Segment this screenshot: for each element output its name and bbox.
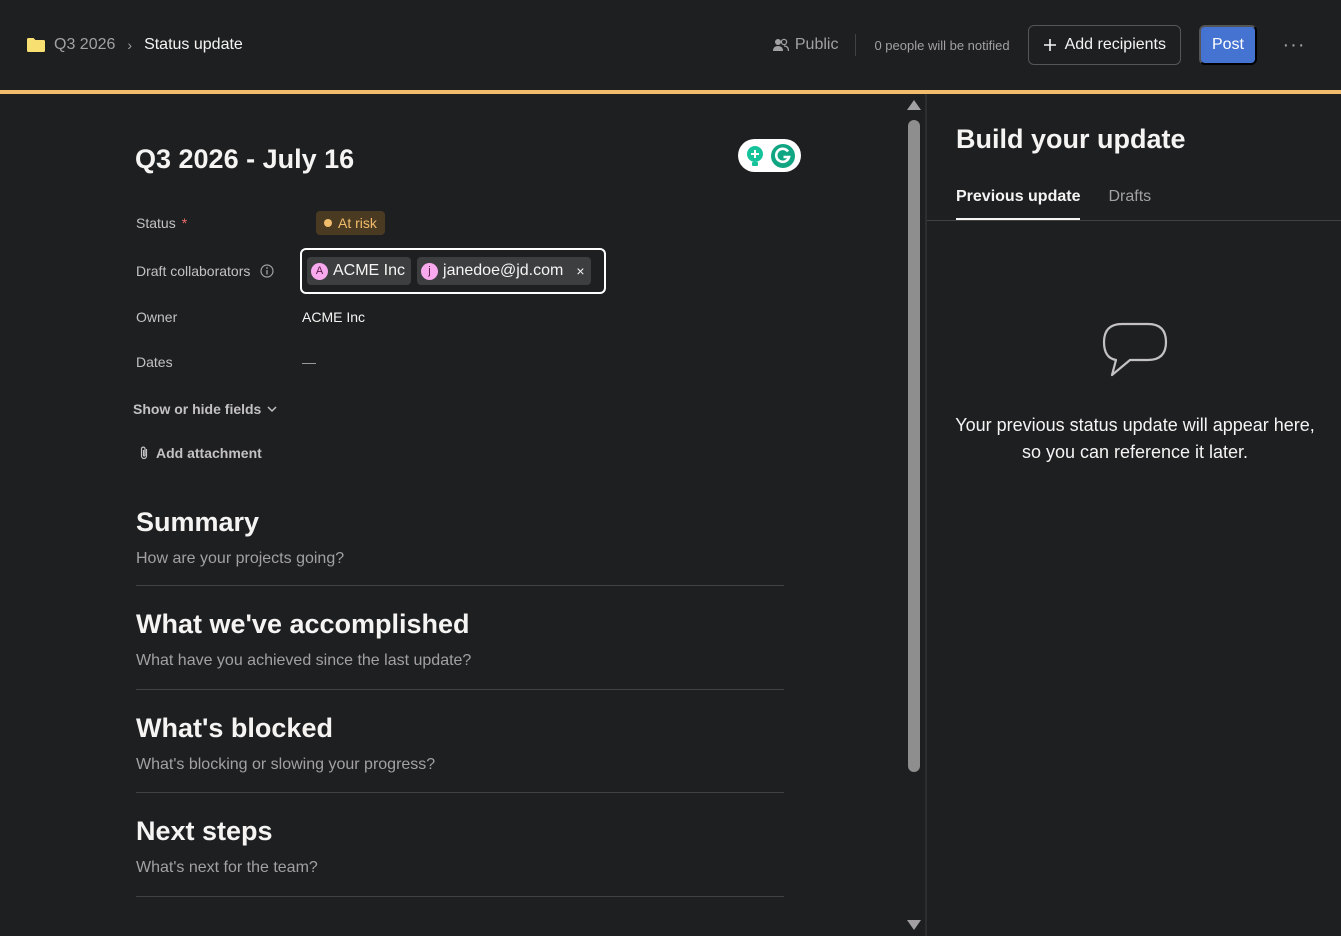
collaborator-name: ACME Inc — [333, 262, 406, 279]
blocked-section[interactable]: What's blocked What's blocking or slowin… — [136, 713, 784, 793]
breadcrumb-current: Status update — [144, 36, 243, 53]
grammarly-icon — [771, 143, 795, 168]
remove-collaborator-close-icon[interactable]: × — [576, 263, 584, 279]
visibility-button[interactable]: Public — [772, 36, 839, 54]
add-attachment-label: Add attachment — [156, 445, 262, 461]
add-recipients-label: Add recipients — [1064, 36, 1166, 53]
divider — [855, 34, 857, 56]
collaborator-chip[interactable]: j janedoe@jd.com × — [417, 257, 591, 285]
next-steps-section[interactable]: Next steps What's next for the team? — [136, 816, 784, 897]
more-options-icon[interactable]: ··· — [1279, 30, 1309, 60]
status-label-text: Status — [136, 215, 176, 231]
section-placeholder: How are your projects going? — [136, 550, 345, 567]
breadcrumb-parent[interactable]: Q3 2026 — [54, 36, 115, 54]
header-actions: Public 0 people will be notified Add rec… — [772, 25, 1341, 65]
chevron-down-icon — [267, 406, 277, 413]
section-placeholder: What's next for the team? — [136, 859, 318, 876]
post-button[interactable]: Post — [1199, 25, 1257, 65]
accomplished-section[interactable]: What we've accomplished What have you ac… — [136, 609, 784, 690]
empty-state-text: Your previous status update will appear … — [955, 415, 1315, 462]
summary-section[interactable]: Summary How are your projects going? — [136, 507, 784, 586]
owner-field: Owner ACME Inc — [136, 309, 365, 325]
section-title: What we've accomplished — [136, 609, 470, 639]
info-icon[interactable] — [260, 264, 274, 278]
status-field: Status * At risk — [136, 211, 385, 235]
add-attachment-button[interactable]: Add attachment — [138, 445, 262, 461]
breadcrumb-chevron-icon: › — [127, 37, 133, 53]
section-title: Next steps — [136, 816, 273, 846]
update-editor: Q3 2026 - July 16 Status * At risk Draft… — [0, 94, 903, 936]
status-dot-icon — [324, 219, 332, 227]
owner-value[interactable]: ACME Inc — [302, 309, 365, 325]
dates-field: Dates — — [136, 354, 316, 370]
scroll-thumb[interactable] — [908, 120, 920, 772]
avatar: j — [421, 262, 439, 280]
tab-drafts[interactable]: Drafts — [1108, 188, 1151, 220]
section-title: Summary — [136, 507, 260, 537]
dates-value[interactable]: — — [302, 354, 316, 370]
tabs-divider — [927, 220, 1341, 221]
editor-scrollbar[interactable] — [903, 94, 925, 936]
draft-collaborators-label: Draft collaborators — [136, 263, 302, 279]
collaborators-input[interactable]: A ACME Inc j janedoe@jd.com × — [300, 248, 606, 294]
owner-label: Owner — [136, 309, 178, 325]
status-label: Status * — [136, 215, 302, 231]
tab-previous-update[interactable]: Previous update — [956, 188, 1081, 220]
avatar: A — [311, 262, 328, 280]
update-title[interactable]: Q3 2026 - July 16 — [135, 144, 354, 175]
collaborator-chip[interactable]: A ACME Inc — [307, 257, 412, 285]
speech-bubble-icon — [1102, 322, 1168, 377]
panel-title: Build your update — [956, 124, 1186, 154]
people-icon — [772, 38, 789, 52]
folder-icon — [27, 38, 45, 52]
top-bar: Q3 2026 › Status update Public 0 people … — [0, 0, 1341, 90]
notify-count-text: 0 people will be notified — [874, 37, 1010, 53]
section-placeholder: What have you achieved since the last up… — [136, 652, 472, 669]
paperclip-icon — [140, 446, 148, 460]
panel-tabs: Previous update Drafts — [956, 188, 1151, 220]
build-update-panel: Build your update Previous update Drafts… — [925, 94, 1341, 936]
section-placeholder: What's blocking or slowing your progress… — [136, 756, 436, 773]
dates-label: Dates — [136, 354, 173, 370]
required-marker: * — [181, 215, 188, 231]
scroll-up-arrow-icon[interactable] — [907, 100, 921, 110]
visibility-label: Public — [794, 36, 839, 53]
add-recipients-button[interactable]: Add recipients — [1027, 25, 1181, 65]
breadcrumb: Q3 2026 › Status update — [26, 34, 243, 56]
section-title: What's blocked — [136, 713, 333, 743]
status-badge[interactable]: At risk — [316, 211, 385, 235]
lightbulb-icon — [747, 145, 763, 166]
draft-collaborators-field: Draft collaborators A ACME Inc j janedoe… — [136, 248, 606, 294]
draft-collaborators-label-text: Draft collaborators — [136, 263, 251, 279]
grammarly-widget[interactable] — [738, 139, 801, 172]
show-hide-fields-label: Show or hide fields — [133, 401, 262, 417]
show-hide-fields-button[interactable]: Show or hide fields — [133, 401, 277, 417]
scroll-down-arrow-icon[interactable] — [907, 920, 921, 930]
plus-icon — [1043, 39, 1056, 51]
status-value: At risk — [338, 215, 377, 231]
collaborator-name: janedoe@jd.com — [443, 262, 564, 279]
